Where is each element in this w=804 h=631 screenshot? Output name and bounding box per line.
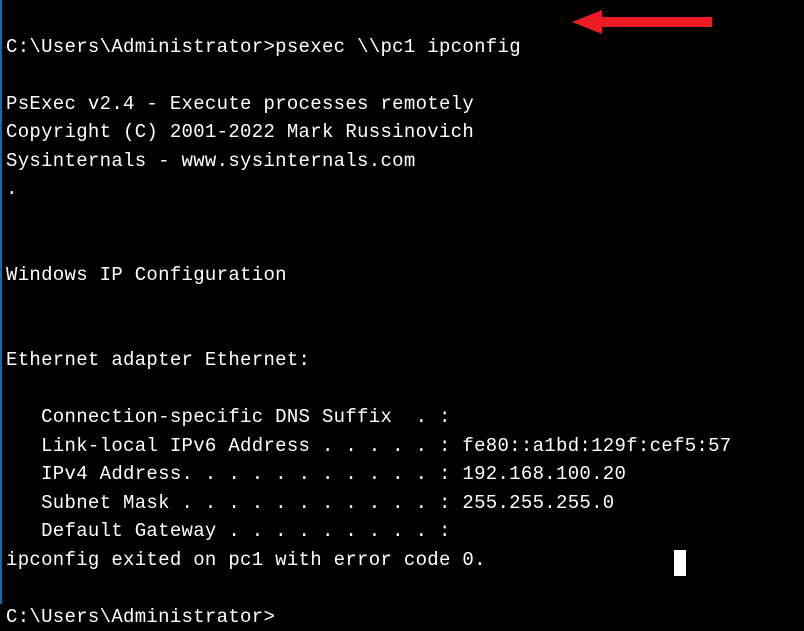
ipv4-line: IPv4 Address. . . . . . . . . . . : 192.… — [6, 463, 626, 485]
annotation-arrow — [572, 8, 712, 36]
exit-message: ipconfig exited on pc1 with error code 0… — [6, 549, 486, 571]
arrow-left-icon — [572, 8, 712, 36]
text-cursor — [674, 550, 686, 576]
subnet-line: Subnet Mask . . . . . . . . . . . : 255.… — [6, 492, 615, 514]
psexec-version: PsExec v2.4 - Execute processes remotely — [6, 93, 474, 115]
terminal-output[interactable]: C:\Users\Administrator>psexec \\pc1 ipco… — [6, 4, 804, 631]
adapter-header: Ethernet adapter Ethernet: — [6, 349, 310, 371]
copyright-line: Copyright (C) 2001-2022 Mark Russinovich — [6, 121, 474, 143]
sysinternals-line: Sysinternals - www.sysinternals.com — [6, 150, 416, 172]
command-text: psexec \\pc1 ipconfig — [275, 36, 521, 58]
prompt: C:\Users\Administrator> — [6, 606, 275, 628]
gateway-line: Default Gateway . . . . . . . . . : — [6, 520, 451, 542]
ipv6-line: Link-local IPv6 Address . . . . . : fe80… — [6, 435, 732, 457]
dot-line: . — [6, 178, 18, 200]
dns-suffix-line: Connection-specific DNS Suffix . : — [6, 406, 451, 428]
prompt: C:\Users\Administrator> — [6, 36, 275, 58]
ipconfig-header: Windows IP Configuration — [6, 264, 287, 286]
